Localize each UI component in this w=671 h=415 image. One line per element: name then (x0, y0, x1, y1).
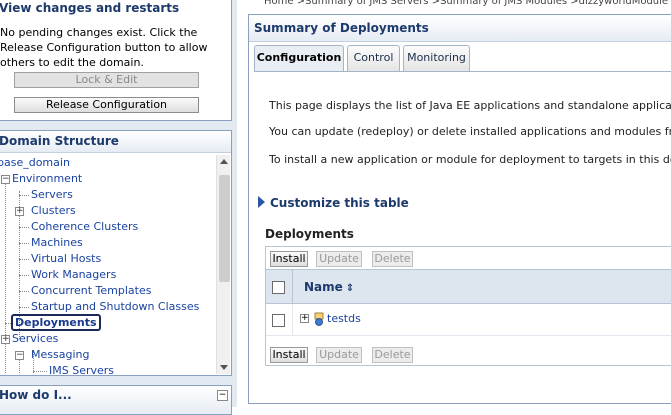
change-center-message: No pending changes exist. Click the Rele… (0, 26, 208, 69)
tab-monitoring[interactable]: Monitoring (403, 45, 470, 71)
collapse-icon[interactable]: − (217, 390, 228, 401)
change-center-panel: View changes and restarts No pending cha… (0, 0, 232, 121)
domain-structure-title: Domain Structure (0, 131, 231, 153)
tree-item-coherence-clusters[interactable]: Coherence Clusters (31, 219, 138, 235)
expand-icon[interactable]: + (300, 314, 309, 323)
tree-item-concurrent-templates[interactable]: Concurrent Templates (31, 283, 151, 299)
domain-tree: base_domain − Environment Servers + Clus… (0, 155, 215, 374)
tree-item-servers[interactable]: Servers (31, 187, 73, 203)
expand-icon[interactable]: + (1, 335, 10, 344)
change-center-title: View changes and restarts (0, 1, 180, 15)
name-column-header[interactable]: Name ⇕ (304, 280, 354, 294)
tree-item-machines[interactable]: Machines (31, 235, 83, 251)
domain-structure-panel: Domain Structure base_domain − Environme… (0, 130, 232, 376)
update-button[interactable]: Update (316, 251, 362, 267)
tree-item-base-domain[interactable]: base_domain (0, 155, 70, 171)
deployments-table: Install Update Delete Name ⇕ + testds Ins… (265, 246, 671, 366)
install-button[interactable]: Install (270, 251, 308, 267)
scroll-up-icon[interactable] (220, 159, 228, 164)
breadcrumb[interactable]: Home >Summary of JMS Servers >Summary of… (264, 0, 671, 8)
customize-table-label: Customize this table (270, 196, 409, 210)
customize-table-link[interactable]: Customize this table (258, 196, 409, 210)
summary-panel: Summary of Deployments Configuration Con… (248, 14, 671, 404)
tree-item-deployments[interactable]: Deployments (11, 314, 101, 331)
delete-button-bottom[interactable]: Delete (372, 347, 413, 363)
tree-item-environment[interactable]: Environment (12, 171, 82, 187)
table-header: Name ⇕ (266, 269, 671, 305)
tree-item-clusters[interactable]: Clusters (31, 203, 76, 219)
how-do-i-title: How do I... (0, 388, 72, 402)
collapse-icon[interactable]: − (15, 351, 24, 360)
description-line-1: This page displays the list of Java EE a… (269, 99, 671, 112)
release-configuration-button[interactable]: Release Configuration (14, 97, 199, 113)
lock-edit-button[interactable]: Lock & Edit (14, 72, 199, 88)
delete-button[interactable]: Delete (372, 251, 413, 267)
tree-item-startup-shutdown-classes[interactable]: Startup and Shutdown Classes (31, 299, 199, 315)
description-line-3: To install a new application or module f… (269, 153, 671, 166)
collapse-icon[interactable]: − (1, 175, 10, 184)
scroll-thumb[interactable] (219, 175, 230, 282)
update-button-bottom[interactable]: Update (316, 347, 362, 363)
deployment-link-testds[interactable]: testds (327, 312, 361, 325)
page-title: Summary of Deployments (249, 15, 671, 42)
tree-item-work-managers[interactable]: Work Managers (31, 267, 116, 283)
deployments-title: Deployments (265, 227, 354, 241)
tree-item-jms-servers[interactable]: JMS Servers (49, 363, 114, 374)
row-checkbox[interactable] (272, 314, 285, 327)
table-row: + testds (266, 304, 671, 336)
select-all-checkbox[interactable] (272, 281, 285, 294)
expand-icon[interactable]: + (15, 207, 24, 216)
scroll-down-icon[interactable] (220, 365, 228, 370)
tree-line (5, 175, 6, 374)
how-do-i-panel: How do I... − (0, 385, 232, 415)
tab-configuration[interactable]: Configuration (254, 45, 344, 72)
tree-item-virtual-hosts[interactable]: Virtual Hosts (31, 251, 101, 267)
tab-control[interactable]: Control (347, 45, 400, 71)
tree-scrollbar[interactable] (216, 155, 230, 374)
name-column-label: Name (304, 280, 343, 294)
tree-item-messaging[interactable]: Messaging (31, 347, 89, 363)
datasource-icon (314, 312, 324, 326)
expand-triangle-icon (258, 196, 265, 208)
description-line-2: You can update (redeploy) or delete inst… (269, 125, 671, 138)
sort-icon[interactable]: ⇕ (346, 283, 354, 294)
tree-item-services[interactable]: Services (12, 331, 58, 347)
install-button-bottom[interactable]: Install (270, 347, 308, 363)
